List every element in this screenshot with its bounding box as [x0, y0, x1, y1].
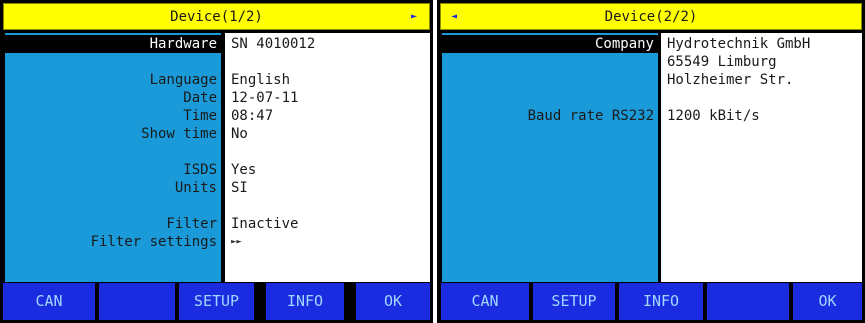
label-isds[interactable]: ISDS [183, 161, 217, 179]
label-language[interactable]: Language [150, 71, 217, 89]
settings-list: Company Baud rate RS232 Hydrotechnik Gmb… [437, 33, 865, 282]
value-time[interactable]: 08:47 [231, 107, 273, 125]
label-column: Company Baud rate RS232 [442, 33, 658, 282]
label-date[interactable]: Date [183, 89, 217, 107]
value-company-street: Holzheimer Str. [667, 72, 794, 88]
label-show-time[interactable]: Show time [141, 125, 217, 143]
setup-button[interactable]: SETUP [179, 283, 254, 320]
value-units[interactable]: SI [231, 179, 248, 197]
value-language[interactable]: English [231, 71, 290, 89]
value-isds[interactable]: Yes [231, 161, 256, 179]
blank-softkey-button[interactable] [99, 283, 175, 320]
filter-settings-arrow-icon[interactable]: ►► [231, 233, 242, 251]
title-bar: Device(1/2) ► [3, 3, 430, 30]
value-hardware: SN 4010012 [231, 36, 316, 52]
label-filter[interactable]: Filter [166, 215, 217, 233]
can-button[interactable]: CAN [441, 283, 529, 320]
device-panel-2: ◄ Device(2/2) Company Baud rate RS232 Hy… [437, 0, 865, 323]
softkey-bar: CAN SETUP INFO OK [437, 283, 865, 323]
value-date[interactable]: 12-07-11 [231, 89, 298, 107]
value-company-name: Hydrotechnik GmbH [667, 36, 811, 52]
info-button[interactable]: INFO [619, 283, 703, 320]
ok-button[interactable]: OK [356, 283, 430, 320]
value-column: SN 4010012 English 12-07-11 08:47 No Yes… [225, 33, 430, 282]
value-filter[interactable]: Inactive [231, 215, 298, 233]
panel-title: Device(2/2) [604, 9, 698, 25]
label-baud-rate[interactable]: Baud rate RS232 [528, 107, 654, 125]
label-hardware[interactable]: Hardware [5, 35, 221, 53]
label-units[interactable]: Units [175, 179, 217, 197]
info-button[interactable]: INFO [266, 283, 344, 320]
blank-softkey-button[interactable] [707, 283, 789, 320]
ok-button[interactable]: OK [793, 283, 862, 320]
value-show-time[interactable]: No [231, 125, 248, 143]
panel-title: Device(1/2) [170, 9, 263, 25]
settings-list: Hardware Language Date Time Show time IS… [0, 33, 433, 282]
label-company[interactable]: Company [442, 35, 658, 53]
value-company-city: 65549 Limburg [667, 54, 777, 70]
softkey-bar: CAN SETUP INFO OK [0, 283, 433, 323]
label-time[interactable]: Time [183, 107, 217, 125]
value-baud-rate[interactable]: 1200 kBit/s [667, 107, 760, 125]
next-page-arrow-icon[interactable]: ► [411, 11, 417, 22]
value-column: Hydrotechnik GmbH 65549 Limburg Holzheim… [661, 33, 862, 282]
label-filter-settings[interactable]: Filter settings [91, 233, 217, 251]
title-bar: ◄ Device(2/2) [440, 3, 862, 30]
label-column: Hardware Language Date Time Show time IS… [5, 33, 221, 282]
can-button[interactable]: CAN [3, 283, 95, 320]
setup-button[interactable]: SETUP [533, 283, 615, 320]
device-panel-1: Device(1/2) ► Hardware Language Date Tim… [0, 0, 433, 323]
